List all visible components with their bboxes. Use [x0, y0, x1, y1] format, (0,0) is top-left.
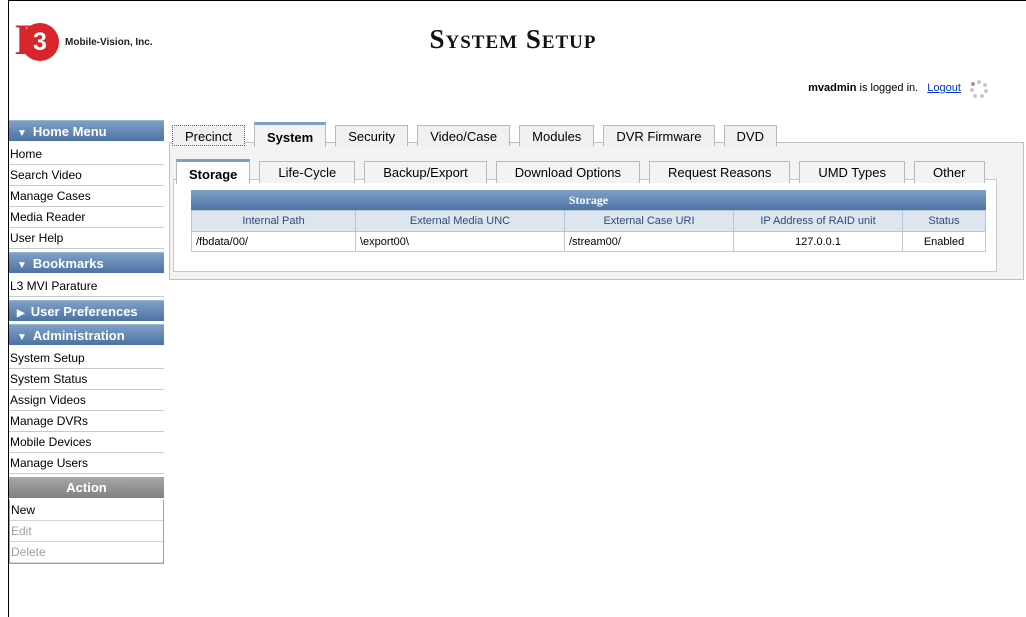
action-edit-button: Edit	[10, 521, 163, 542]
home-menu-header[interactable]: ▼ Home Menu	[9, 120, 164, 141]
sidebar-item-manage-cases[interactable]: Manage Cases	[9, 186, 164, 207]
system-sub-tabs: Storage Life-Cycle Backup/Export Downloa…	[176, 158, 994, 184]
action-new-button[interactable]: New	[10, 500, 163, 521]
sidebar-item-l3-mvi-parature[interactable]: L3 MVI Parature	[9, 276, 164, 297]
tab-dvr-firmware[interactable]: DVR Firmware	[603, 125, 715, 146]
sidebar-item-manage-dvrs[interactable]: Manage DVRs	[9, 411, 164, 432]
action-delete-button: Delete	[10, 542, 163, 563]
triangle-down-icon: ▼	[17, 332, 27, 343]
sidebar-item-manage-users[interactable]: Manage Users	[9, 453, 164, 474]
subtab-request-reasons[interactable]: Request Reasons	[648, 161, 791, 183]
subtab-download-options[interactable]: Download Options	[495, 161, 640, 183]
logout-link[interactable]: Logout	[927, 82, 961, 94]
storage-table: Storage Internal Path External Media UNC…	[191, 190, 986, 252]
user-preferences-menu: ▶ User Preferences	[9, 300, 164, 321]
tab-system[interactable]: System	[253, 122, 327, 147]
cell-ip-address: 127.0.0.1	[733, 231, 903, 252]
window-border-top	[8, 0, 1026, 1]
subtab-life-cycle[interactable]: Life-Cycle	[259, 161, 356, 183]
subtab-backup-export[interactable]: Backup/Export	[364, 161, 487, 183]
sidebar-item-media-reader[interactable]: Media Reader	[9, 207, 164, 228]
main-tabs: Precinct System Security Video/Case Modu…	[172, 121, 786, 147]
cell-external-media-unc: \export00\	[355, 231, 565, 252]
tab-dvd[interactable]: DVD	[723, 125, 777, 146]
tab-modules[interactable]: Modules	[519, 125, 595, 146]
login-status-text: is logged in.	[859, 82, 919, 94]
sidebar: ▼ Home Menu Home Search Video Manage Case…	[9, 120, 164, 564]
column-header-internal-path: Internal Path	[191, 210, 356, 232]
table-row[interactable]: /fbdata/00/ \export00\ /stream00/ 127.0.…	[191, 231, 986, 252]
sidebar-item-user-help[interactable]: User Help	[9, 228, 164, 249]
column-header-external-case-uri: External Case URI	[564, 210, 734, 232]
cell-status: Enabled	[902, 231, 986, 252]
home-menu: ▼ Home Menu Home Search Video Manage Case…	[9, 120, 164, 249]
action-header: Action	[9, 477, 164, 498]
loading-spinner-icon	[970, 80, 988, 98]
sidebar-item-assign-videos[interactable]: Assign Videos	[9, 390, 164, 411]
bookmarks-menu: ▼ Bookmarks L3 MVI Parature	[9, 252, 164, 297]
column-header-external-media-unc: External Media UNC	[355, 210, 565, 232]
sidebar-item-search-video[interactable]: Search Video	[9, 165, 164, 186]
column-header-ip-address: IP Address of RAID unit	[733, 210, 903, 232]
subtab-other[interactable]: Other	[914, 161, 985, 183]
tab-security[interactable]: Security	[335, 125, 409, 146]
username: mvadmin	[808, 82, 857, 94]
administration-header[interactable]: ▼ Administration	[9, 324, 164, 345]
sidebar-item-mobile-devices[interactable]: Mobile Devices	[9, 432, 164, 453]
sidebar-item-system-status[interactable]: System Status	[9, 369, 164, 390]
subtab-storage[interactable]: Storage	[176, 159, 251, 184]
cell-external-case-uri: /stream00/	[564, 231, 734, 252]
sidebar-item-home[interactable]: Home	[9, 144, 164, 165]
table-header-row: Internal Path External Media UNC Externa…	[191, 210, 986, 232]
sidebar-item-system-setup[interactable]: System Setup	[9, 348, 164, 369]
subtab-umd-types[interactable]: UMD Types	[799, 161, 905, 183]
tab-video-case[interactable]: Video/Case	[417, 125, 511, 146]
bookmarks-header[interactable]: ▼ Bookmarks	[9, 252, 164, 273]
storage-table-caption: Storage	[191, 190, 986, 210]
triangle-down-icon: ▼	[17, 128, 27, 139]
administration-menu: ▼ Administration System Setup System Stat…	[9, 324, 164, 474]
user-preferences-header[interactable]: ▶ User Preferences	[9, 300, 164, 321]
column-header-status: Status	[902, 210, 986, 232]
login-status: mvadmin is logged in. Logout	[808, 82, 986, 94]
cell-internal-path: /fbdata/00/	[191, 231, 356, 252]
triangle-down-icon: ▼	[17, 260, 27, 271]
triangle-right-icon: ▶	[17, 308, 25, 319]
tab-precinct[interactable]: Precinct	[172, 125, 245, 146]
page-title: System Setup	[429, 24, 597, 54]
action-panel: New Edit Delete	[9, 500, 164, 564]
